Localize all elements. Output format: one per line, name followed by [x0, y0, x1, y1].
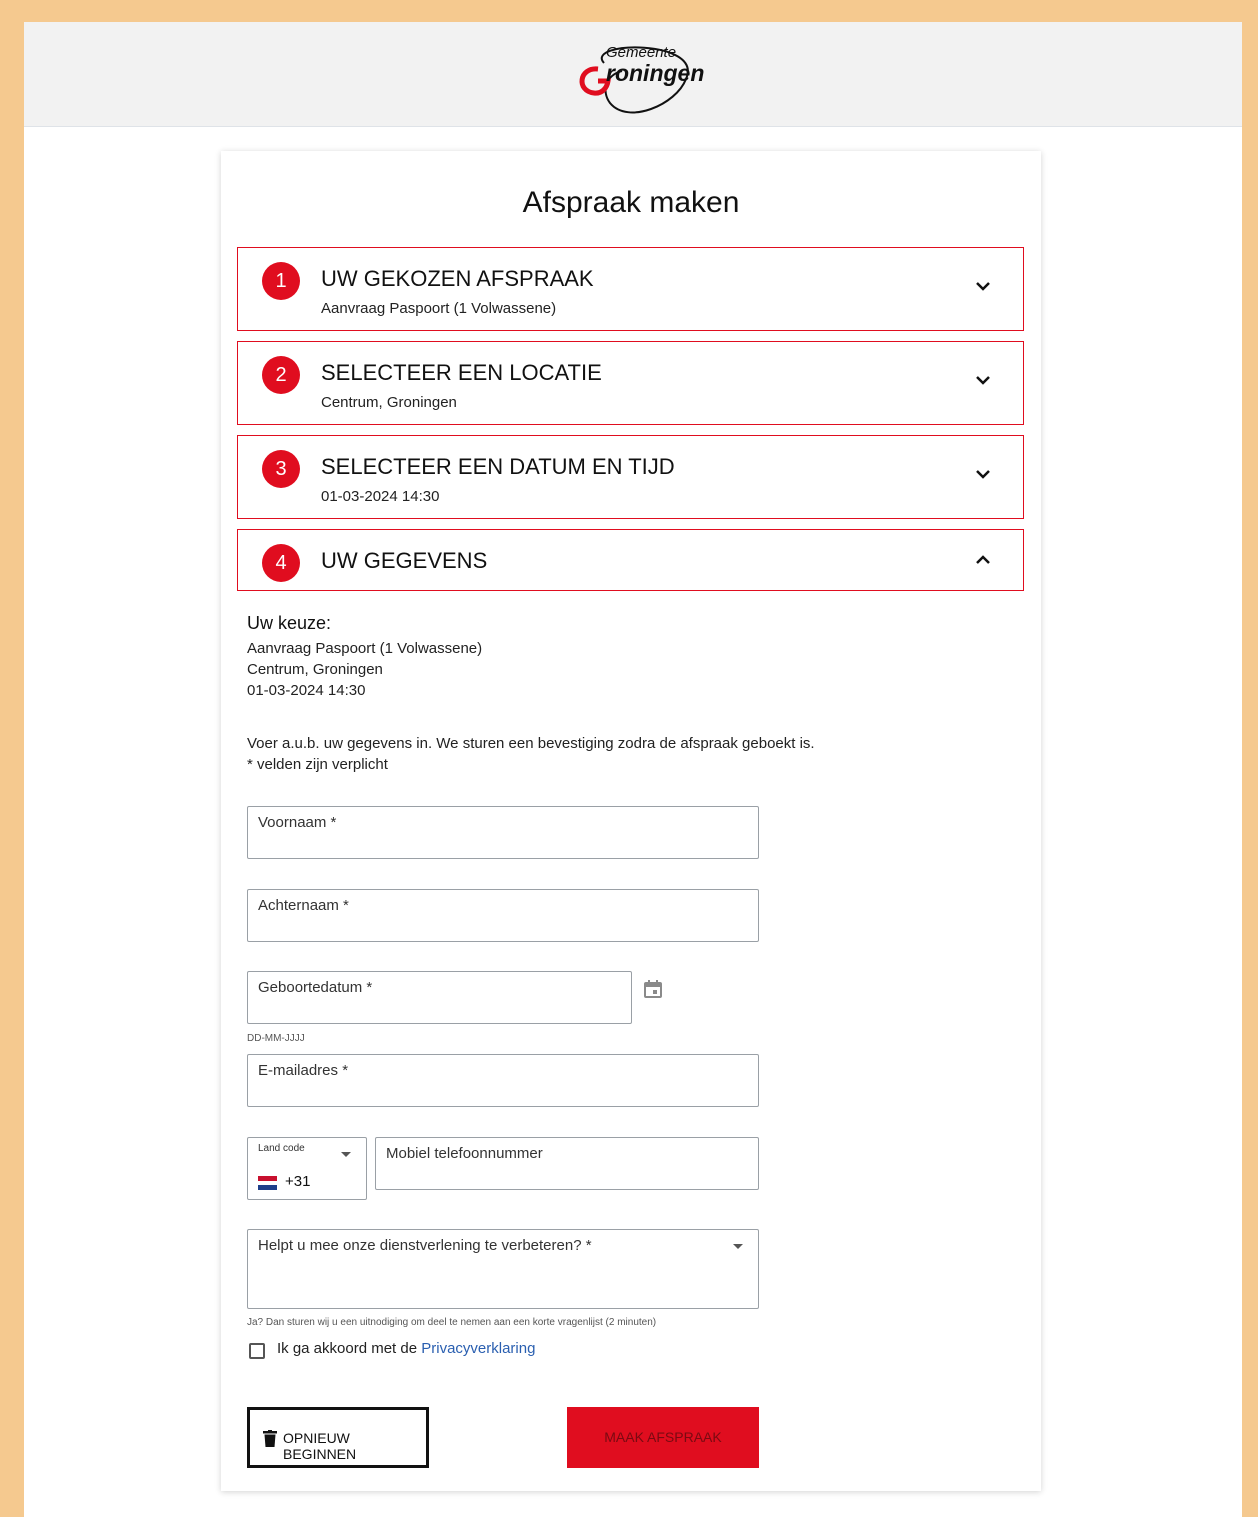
- email-field[interactable]: E-mailadres *: [247, 1054, 759, 1107]
- improve-service-select[interactable]: Helpt u mee onze dienstverlening te verb…: [247, 1229, 759, 1309]
- country-code-label: Land code: [258, 1143, 305, 1154]
- step-2-accordion[interactable]: 2 SELECTEER EEN LOCATIE Centrum, Groning…: [237, 341, 1024, 425]
- step-3-accordion[interactable]: 3 SELECTEER EEN DATUM EN TIJD 01-03-2024…: [237, 435, 1024, 519]
- step-subtitle: Aanvraag Paspoort (1 Volwassene): [321, 300, 557, 317]
- make-appointment-label: MAAK AFSPRAAK: [604, 1429, 722, 1445]
- step-title: UW GEGEVENS: [321, 548, 488, 573]
- birthdate-input[interactable]: [258, 995, 621, 1017]
- last-name-input[interactable]: [258, 913, 748, 935]
- netherlands-flag-icon: [258, 1176, 277, 1190]
- step-subtitle: Centrum, Groningen: [321, 394, 457, 411]
- calendar-icon[interactable]: [643, 979, 663, 999]
- restart-button-label: OPNIEUW BEGINNEN: [283, 1430, 357, 1462]
- birthdate-label: Geboortedatum *: [258, 979, 373, 996]
- gemeente-groningen-logo[interactable]: Gemeente roningen: [554, 39, 714, 119]
- phone-label: Mobiel telefoonnummer: [386, 1145, 543, 1162]
- appointment-card: Afspraak maken 1 UW GEKOZEN AFSPRAAK Aan…: [221, 151, 1041, 1491]
- privacy-checkbox[interactable]: [249, 1343, 265, 1359]
- chevron-down-icon[interactable]: [973, 370, 993, 390]
- step-number-badge: 1: [262, 262, 300, 300]
- summary-heading: Uw keuze:: [247, 613, 332, 633]
- step-number-badge: 4: [262, 544, 300, 582]
- step-number-badge: 2: [262, 356, 300, 394]
- country-code-select[interactable]: Land code +31: [247, 1137, 367, 1200]
- first-name-input[interactable]: [258, 830, 748, 852]
- privacy-text: Ik ga akkoord met de: [277, 1340, 422, 1357]
- make-appointment-button[interactable]: MAAK AFSPRAAK: [567, 1407, 759, 1468]
- last-name-label: Achternaam *: [258, 897, 349, 914]
- summary-line: 01-03-2024 14:30: [247, 682, 366, 699]
- first-name-field[interactable]: Voornaam *: [247, 806, 759, 859]
- step-title: SELECTEER EEN LOCATIE: [321, 360, 602, 385]
- birthdate-hint: DD-MM-JJJJ: [247, 1033, 305, 1044]
- intro-text: Voer a.u.b. uw gegevens in. We sturen ee…: [247, 735, 815, 752]
- summary-line: Centrum, Groningen: [247, 661, 383, 678]
- page-title: Afspraak maken: [522, 186, 740, 219]
- step-1-accordion[interactable]: 1 UW GEKOZEN AFSPRAAK Aanvraag Paspoort …: [237, 247, 1024, 331]
- email-label: E-mailadres *: [258, 1062, 349, 1079]
- step-title: SELECTEER EEN DATUM EN TIJD: [321, 454, 675, 479]
- first-name-label: Voornaam *: [258, 814, 337, 831]
- privacy-label: Ik ga akkoord met de Privacyverklaring: [277, 1340, 535, 1357]
- chevron-up-icon[interactable]: [973, 550, 993, 570]
- restart-button[interactable]: OPNIEUW BEGINNEN: [247, 1407, 429, 1468]
- improve-service-label: Helpt u mee onze dienstverlening te verb…: [258, 1237, 592, 1254]
- step-subtitle: 01-03-2024 14:30: [321, 488, 440, 505]
- birthdate-field[interactable]: Geboortedatum *: [247, 971, 632, 1024]
- caret-down-icon: [341, 1152, 351, 1157]
- trash-icon: [263, 1430, 277, 1447]
- chevron-down-icon[interactable]: [973, 276, 993, 296]
- phone-field[interactable]: Mobiel telefoonnummer: [375, 1137, 759, 1190]
- required-note: * velden zijn verplicht: [247, 756, 388, 773]
- logo-top-text: Gemeente: [606, 44, 676, 61]
- svg-text:roningen: roningen: [606, 60, 704, 86]
- privacy-link[interactable]: Privacyverklaring: [421, 1340, 535, 1357]
- email-input[interactable]: [258, 1078, 748, 1100]
- step-4-accordion[interactable]: 4 UW GEGEVENS: [237, 529, 1024, 591]
- site-header: Gemeente roningen: [24, 22, 1242, 127]
- app-frame: Gemeente roningen Afspraak maken 1 UW GE…: [24, 22, 1242, 1517]
- last-name-field[interactable]: Achternaam *: [247, 889, 759, 942]
- improve-service-hint: Ja? Dan sturen wij u een uitnodiging om …: [247, 1317, 657, 1328]
- country-code-value: +31: [285, 1173, 311, 1190]
- phone-input[interactable]: [386, 1161, 748, 1183]
- caret-down-icon: [733, 1244, 743, 1249]
- step-title: UW GEKOZEN AFSPRAAK: [321, 266, 594, 291]
- step-number-badge: 3: [262, 450, 300, 488]
- summary-line: Aanvraag Paspoort (1 Volwassene): [247, 640, 483, 657]
- chevron-down-icon[interactable]: [973, 464, 993, 484]
